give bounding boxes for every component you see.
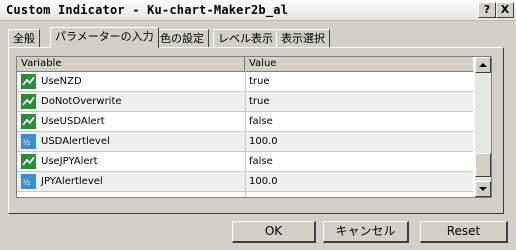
bool-icon — [21, 114, 36, 129]
variable-value[interactable]: false — [249, 112, 273, 131]
variable-name: USDAlertlevel — [41, 136, 110, 147]
window-title: Custom Indicator - Ku-chart-Maker2b_al — [6, 3, 289, 17]
variable-value[interactable]: 100.0 — [249, 172, 278, 191]
cancel-button[interactable]: キャンセル — [323, 221, 409, 243]
scrollbar-thumb[interactable] — [475, 153, 491, 177]
tab-parameters[interactable]: パラメーターの入力 — [50, 27, 159, 48]
svg-text:½: ½ — [23, 138, 31, 147]
svg-text:½: ½ — [23, 178, 31, 187]
variable-name: DoNotOverwrite — [41, 96, 122, 107]
ok-button[interactable]: OK — [232, 221, 316, 243]
variable-name: UseUSDAlert — [41, 116, 105, 127]
column-header-value[interactable]: Value — [245, 57, 473, 71]
value-icon: ½ — [21, 174, 36, 189]
variable-value[interactable]: true — [249, 72, 270, 91]
variable-name: UseJPYAlert — [41, 156, 98, 167]
reset-button[interactable]: Reset — [420, 221, 508, 243]
bool-icon — [21, 154, 36, 169]
bool-icon — [21, 74, 36, 89]
parameter-grid: Variable Value UseNZD true DoNotOverwrit… — [16, 56, 492, 198]
tab-colors[interactable]: 色の設定 — [155, 29, 209, 47]
scroll-down-button[interactable] — [475, 181, 491, 197]
arrow-down-icon — [479, 187, 487, 191]
value-icon: ½ — [21, 134, 36, 149]
variable-name: UseNZD — [41, 76, 82, 87]
tab-general[interactable]: 全般 — [8, 29, 40, 47]
tab-levels[interactable]: レベル表示 — [213, 29, 278, 47]
variable-value[interactable]: 100.0 — [249, 132, 278, 151]
variable-value[interactable]: true — [249, 92, 270, 111]
column-header-variable[interactable]: Variable — [17, 57, 245, 71]
bool-icon — [21, 94, 36, 109]
variable-name: JPYAlertlevel — [41, 176, 103, 187]
close-button[interactable]: X — [496, 2, 514, 18]
scroll-up-button[interactable] — [475, 57, 491, 73]
tab-visualization[interactable]: 表示選択 — [276, 29, 330, 47]
column-divider — [245, 57, 246, 197]
variable-value[interactable]: false — [249, 152, 273, 171]
arrow-up-icon — [479, 63, 487, 67]
title-bar: Custom Indicator - Ku-chart-Maker2b_al ?… — [0, 0, 516, 21]
help-button[interactable]: ? — [478, 2, 496, 18]
vertical-scrollbar[interactable] — [475, 57, 491, 197]
